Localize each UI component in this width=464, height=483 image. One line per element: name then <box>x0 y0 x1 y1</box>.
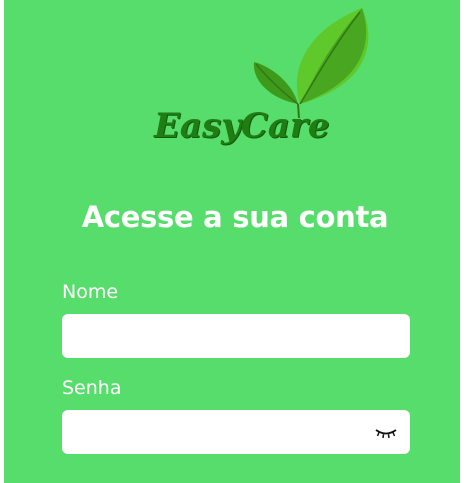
login-panel: EasyCare Acesse a sua conta Nome Senha <box>4 0 460 483</box>
password-label: Senha <box>62 377 122 399</box>
logo-wordmark: EasyCare <box>154 106 330 146</box>
page-title: Acesse a sua conta <box>81 200 389 234</box>
name-label: Nome <box>62 281 119 303</box>
name-field[interactable] <box>62 314 410 358</box>
eye-closed-icon[interactable] <box>374 427 398 441</box>
password-field[interactable] <box>62 410 410 454</box>
easycare-logo: EasyCare <box>152 4 378 164</box>
